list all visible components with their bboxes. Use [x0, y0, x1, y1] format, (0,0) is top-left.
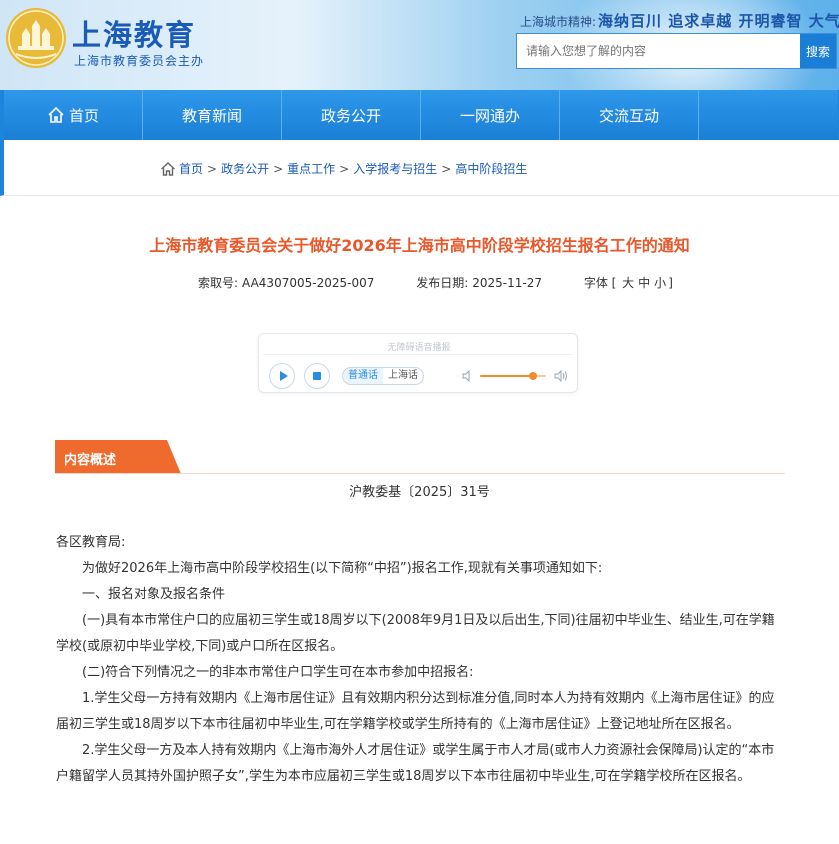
site-title[interactable]: 上海教育: [72, 12, 196, 54]
home-icon: [48, 106, 64, 123]
breadcrumb-separator: >: [273, 161, 284, 176]
home-icon: [161, 161, 175, 176]
lang-shanghai-button[interactable]: 上海话: [383, 367, 424, 385]
site-header: 上海教育 上海市教育委员会主办 上海城市精神: 海纳百川 追求卓越 开明睿智 大气…: [0, 0, 839, 90]
breadcrumb-enrollment[interactable]: 入学报考与招生: [353, 160, 437, 177]
player-caption: 无障碍语音播报: [387, 343, 451, 353]
paragraph: 各区教育局:: [56, 535, 126, 550]
nav-item-one-stop[interactable]: 一网通办: [421, 90, 560, 140]
education-logo-icon[interactable]: [4, 6, 68, 70]
search-box: 搜索: [516, 33, 837, 69]
publish-date: 发布日期: 2025-11-27: [416, 276, 542, 290]
nav-item-gov-affairs[interactable]: 政务公开: [282, 90, 421, 140]
nav-item-news[interactable]: 教育新闻: [143, 90, 282, 140]
nav-item-label: 交流互动: [598, 106, 659, 125]
breadcrumb-separator: >: [441, 161, 452, 176]
paragraph: 1.学生父母一方持有效期内《上海市居住证》且有效期内积分达到标准分值,同时本人为…: [56, 691, 775, 732]
font-size-control: 字体 [ 大中小]: [583, 276, 673, 290]
nav-item-home[interactable]: 首页: [4, 90, 143, 140]
date-value: 2025-11-27: [472, 276, 542, 290]
nav-item-label: 首页: [68, 106, 99, 125]
document-number: 沪教委基〔2025〕31号: [349, 485, 490, 500]
font-size-label: 字体: [583, 276, 608, 290]
city-spirit-label: 上海城市精神:: [520, 15, 597, 29]
city-spirit-motto: 海纳百川 追求卓越 开明睿智 大气谦和: [598, 12, 839, 30]
site-subtitle: 上海市教育委员会主办: [74, 54, 205, 68]
article-title: 上海市教育委员会关于做好2026年上海市高中阶段学校招生报名工作的通知: [149, 236, 690, 255]
breadcrumb-bar: 首页 > 政务公开 > 重点工作 > 入学报考与招生 > 高中阶段招生: [0, 140, 839, 196]
volume-slider[interactable]: [480, 372, 546, 380]
volume-slider-fill: [480, 375, 533, 377]
volume-low-icon[interactable]: [461, 369, 475, 383]
breadcrumb-key-work[interactable]: 重点工作: [287, 160, 335, 177]
main-nav: 首页 教育新闻 政务公开 一网通办 交流互动: [0, 90, 839, 140]
breadcrumb-separator: >: [207, 161, 218, 176]
font-size-medium[interactable]: 中: [638, 276, 650, 290]
content-summary-tag: 内容概述: [55, 440, 181, 474]
index-value: AA4307005-2025-007: [242, 276, 375, 290]
tag-label: 内容概述: [64, 453, 117, 468]
volume-slider-knob[interactable]: [528, 372, 537, 380]
font-size-large[interactable]: 大: [622, 276, 634, 290]
breadcrumb: 首页 > 政务公开 > 重点工作 > 入学报考与招生 > 高中阶段招生: [160, 160, 527, 177]
nav-item-label: 教育新闻: [181, 106, 242, 125]
article-meta: 索取号: AA4307005-2025-007 发布日期: 2025-11-27 字…: [198, 274, 673, 291]
main-nav-inner: 首页 教育新闻 政务公开 一网通办 交流互动: [4, 90, 838, 140]
nav-item-label: 一网通办: [459, 106, 520, 125]
breadcrumb-high-school[interactable]: 高中阶段招生: [455, 160, 527, 177]
article-body: 各区教育局: 为做好2026年上海市高中阶段学校招生(以下简称“中招”)报名工作…: [56, 530, 780, 790]
nav-item-interaction[interactable]: 交流互动: [560, 90, 699, 140]
volume-high-icon[interactable]: [553, 369, 569, 383]
search-button[interactable]: 搜索: [800, 34, 836, 68]
stop-button[interactable]: [304, 363, 330, 389]
search-input[interactable]: [517, 34, 801, 68]
nav-item-label: 政务公开: [320, 106, 381, 125]
lang-mandarin-button[interactable]: 普通话: [342, 367, 384, 385]
font-size-small[interactable]: 小: [654, 276, 666, 290]
paragraph: 一、报名对象及报名条件: [82, 587, 226, 602]
section-divider: [55, 473, 785, 474]
player-divider: [263, 354, 573, 355]
audio-player: 无障碍语音播报 普通话 上海话: [258, 333, 578, 393]
index-label: 索取号:: [198, 276, 239, 290]
nav-item-spacer: [699, 90, 838, 140]
breadcrumb-gov-affairs[interactable]: 政务公开: [221, 160, 269, 177]
city-spirit: 上海城市精神:海纳百川 追求卓越 开明睿智 大气谦和: [520, 10, 839, 31]
breadcrumb-separator: >: [339, 161, 350, 176]
paragraph: 为做好2026年上海市高中阶段学校招生(以下简称“中招”)报名工作,现就有关事项…: [82, 561, 603, 576]
paragraph: (一)具有本市常住户口的应届初三学生或18周岁以下(2008年9月1日及以后出生…: [56, 613, 775, 654]
paragraph: (二)符合下列情况之一的非本市常住户口学生可在本市参加中招报名:: [82, 665, 474, 680]
index-number: 索取号: AA4307005-2025-007: [198, 276, 374, 290]
play-button[interactable]: [269, 363, 295, 389]
breadcrumb-home[interactable]: 首页: [179, 160, 203, 177]
date-label: 发布日期:: [416, 276, 469, 290]
paragraph: 2.学生父母一方及本人持有效期内《上海市海外人才居住证》或学生属于市人才局(或市…: [56, 743, 775, 784]
